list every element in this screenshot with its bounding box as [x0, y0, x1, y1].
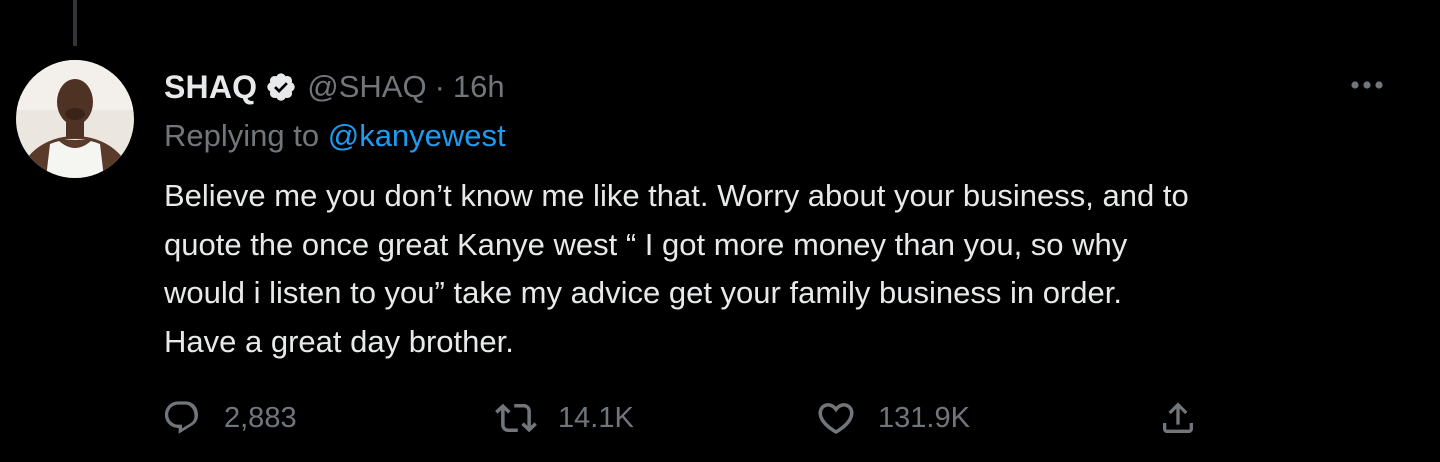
tweet-actions-bar: 2,883 14.1K 131.9K	[0, 394, 1440, 442]
tweet-header: SHAQ @SHAQ · 16h	[164, 64, 505, 110]
replying-prefix: Replying to	[164, 118, 328, 153]
avatar[interactable]	[16, 60, 134, 178]
like-count: 131.9K	[878, 401, 970, 434]
timestamp[interactable]: 16h	[453, 69, 505, 105]
display-name[interactable]: SHAQ	[164, 69, 257, 106]
replying-to-mention-link[interactable]: @kanyewest	[328, 118, 506, 153]
reply-count: 2,883	[224, 401, 297, 434]
thread-connector-line	[73, 0, 77, 46]
retweet-button[interactable]: 14.1K	[494, 394, 634, 442]
share-button[interactable]	[1156, 394, 1200, 442]
verified-badge-icon	[265, 71, 297, 103]
retweet-count: 14.1K	[558, 401, 634, 434]
heart-icon	[814, 396, 858, 440]
tweet-text: Believe me you don’t know me like that. …	[164, 178, 1189, 359]
more-options-icon[interactable]	[1348, 70, 1386, 100]
like-button[interactable]: 131.9K	[814, 394, 970, 442]
reply-button[interactable]: 2,883	[160, 394, 297, 442]
replying-to-line: Replying to @kanyewest	[164, 118, 506, 154]
share-upload-icon	[1156, 396, 1200, 440]
user-handle[interactable]: @SHAQ	[307, 69, 426, 105]
retweet-icon	[494, 396, 538, 440]
header-separator: ·	[434, 69, 445, 104]
reply-bubble-icon	[160, 396, 204, 440]
